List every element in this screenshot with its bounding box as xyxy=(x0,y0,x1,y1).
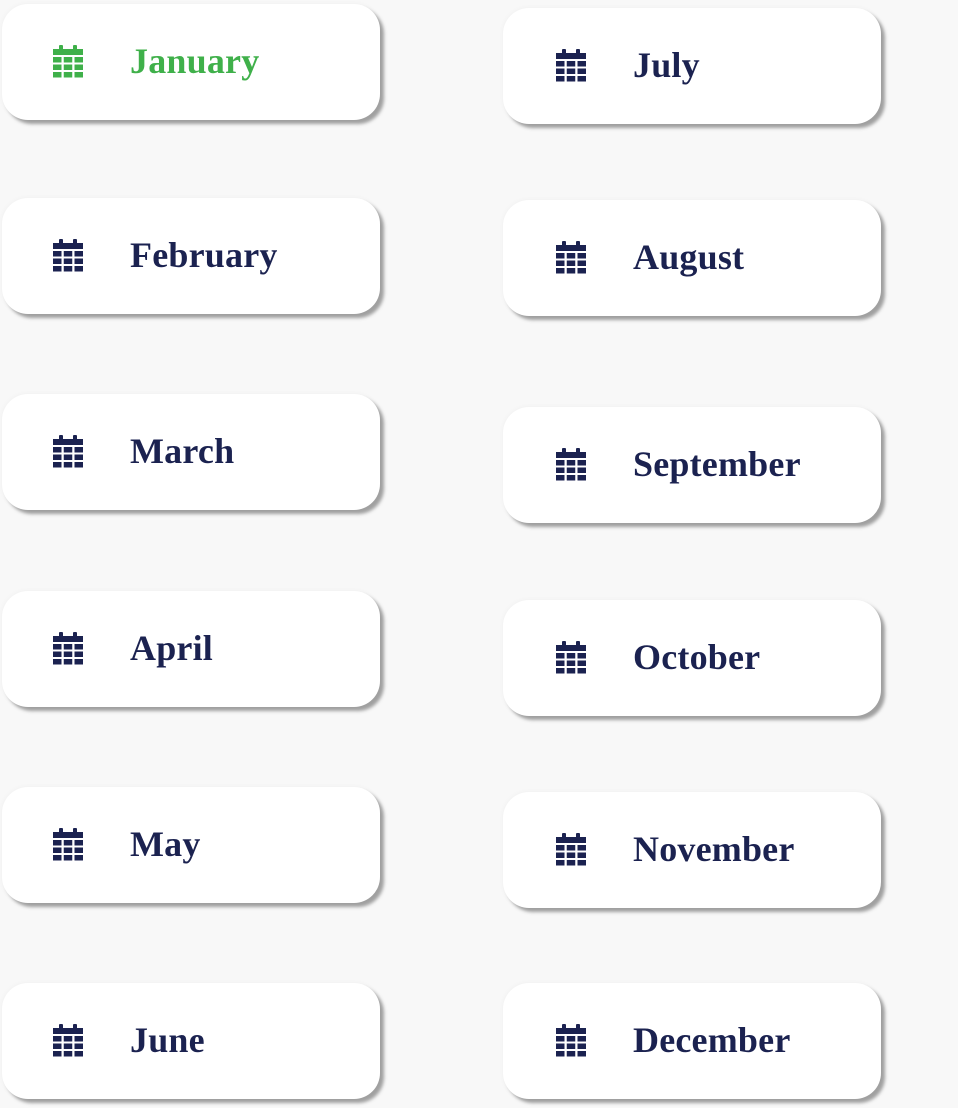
calendar-icon xyxy=(556,641,586,674)
calendar-icon xyxy=(556,241,586,274)
month-button-april[interactable]: April xyxy=(2,591,380,707)
month-button-november[interactable]: November xyxy=(503,792,881,908)
month-label: April xyxy=(130,628,214,669)
calendar-icon xyxy=(53,45,83,78)
month-button-may[interactable]: May xyxy=(2,787,380,903)
calendar-icon xyxy=(556,49,586,82)
month-button-march[interactable]: March xyxy=(2,394,380,510)
month-button-august[interactable]: August xyxy=(503,200,881,316)
calendar-icon xyxy=(53,239,83,272)
month-button-june[interactable]: June xyxy=(2,983,380,1099)
month-button-july[interactable]: July xyxy=(503,8,881,124)
month-label: January xyxy=(130,41,260,82)
month-label: July xyxy=(633,45,700,86)
month-label: September xyxy=(633,444,801,485)
month-label: March xyxy=(130,431,235,472)
calendar-icon xyxy=(53,632,83,665)
month-button-february[interactable]: February xyxy=(2,198,380,314)
month-label: November xyxy=(633,829,795,870)
month-label: December xyxy=(633,1020,791,1061)
month-button-september[interactable]: September xyxy=(503,407,881,523)
calendar-icon xyxy=(556,833,586,866)
month-label: October xyxy=(633,637,761,678)
calendar-icon xyxy=(53,828,83,861)
calendar-icon xyxy=(556,448,586,481)
month-label: June xyxy=(130,1020,205,1061)
month-label: May xyxy=(130,824,201,865)
month-button-january[interactable]: January xyxy=(2,4,380,120)
month-button-october[interactable]: October xyxy=(503,600,881,716)
month-button-december[interactable]: December xyxy=(503,983,881,1099)
month-label: February xyxy=(130,235,278,276)
month-label: August xyxy=(633,237,745,278)
calendar-icon xyxy=(53,435,83,468)
calendar-icon xyxy=(53,1024,83,1057)
calendar-icon xyxy=(556,1024,586,1057)
